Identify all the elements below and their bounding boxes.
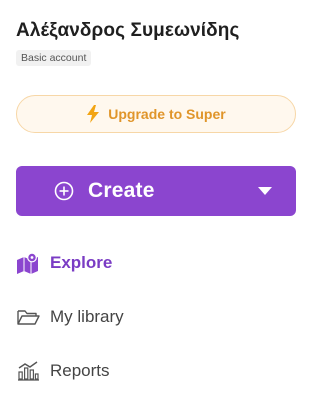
folder-icon (17, 310, 40, 325)
create-button-label: Create (88, 179, 155, 202)
caret-down-icon[interactable] (258, 187, 272, 195)
account-type-badge: Basic account (16, 50, 92, 66)
sidebar-item-reports[interactable]: Reports (16, 344, 311, 398)
sidebar-item-label: Reports (50, 361, 110, 380)
plus-circle-icon (54, 181, 74, 201)
upgrade-button[interactable]: Upgrade to Super (16, 95, 296, 133)
sidebar-nav: Explore My library Reports (16, 236, 311, 398)
create-button[interactable]: Create (16, 166, 296, 216)
user-name: Αλέξανδρος Συμεωνίδης (16, 20, 240, 41)
map-icon (17, 252, 38, 274)
create-main-area[interactable]: Create (16, 179, 258, 203)
account-section: Αλέξανδρος Συμεωνίδης Basic account (16, 20, 311, 66)
upgrade-button-label: Upgrade to Super (108, 106, 226, 122)
sidebar-item-explore[interactable]: Explore (16, 236, 311, 290)
lightning-bolt-icon (87, 105, 100, 123)
sidebar-item-my-library[interactable]: My library (16, 290, 311, 344)
sidebar-item-label: Explore (50, 253, 113, 272)
reports-icon (18, 361, 39, 381)
sidebar-item-label: My library (50, 307, 124, 326)
